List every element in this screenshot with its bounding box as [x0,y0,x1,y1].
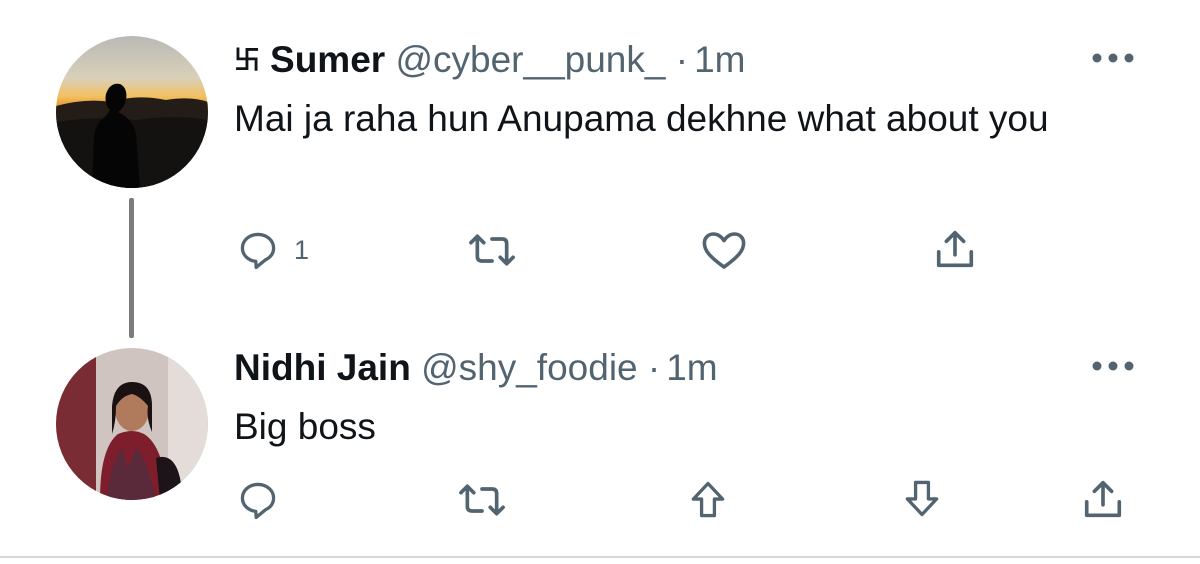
timestamp[interactable]: 1m [666,347,717,388]
share-icon [936,230,974,268]
more-options-button[interactable] [1088,356,1138,376]
display-name[interactable]: Nidhi Jain [234,347,411,388]
user-handle[interactable]: @shy_foodie [421,347,638,388]
thread-line [129,198,134,338]
reply-button[interactable] [236,478,280,522]
meta-separator: · [675,39,689,80]
tweet-sumer[interactable]: 卐 Sumer @cyber__punk_ · 1m Mai ja raha hun… [0,0,1200,340]
tweet-text: Big boss [234,406,376,447]
reply-count: 1 [294,234,310,265]
share-button[interactable] [932,226,978,272]
downvote-button[interactable] [900,476,944,520]
tweet-nidhi[interactable]: Nidhi Jain @shy_foodie · 1m Big boss [0,340,1200,556]
tweet-text: Mai ja raha hun Anupama dekhne what abou… [234,98,1049,139]
divider [0,556,1200,558]
upvote-button[interactable] [686,478,730,522]
avatar-sumer[interactable] [56,36,208,188]
retweet-icon [469,234,515,266]
more-icon [1092,361,1134,371]
reply-icon [240,232,276,270]
avatar-portrait-image [56,348,208,500]
user-handle[interactable]: @cyber__punk_ [395,39,665,80]
avatar-sunset-image [56,36,208,188]
reply-button[interactable]: 1 [236,228,309,272]
share-icon [1084,480,1122,518]
retweet-icon [459,484,505,516]
tweet-header: 卐 Sumer @cyber__punk_ · 1m [234,38,745,82]
tweet-header: Nidhi Jain @shy_foodie · 1m [234,346,718,390]
downvote-icon [905,480,939,517]
like-button[interactable] [700,228,748,272]
meta-separator: · [647,347,661,388]
display-name[interactable]: Sumer [270,39,385,80]
retweet-button[interactable] [466,228,518,272]
more-icon [1092,53,1134,63]
retweet-button[interactable] [456,478,508,522]
share-button[interactable] [1080,476,1126,522]
reply-icon [240,482,276,520]
name-symbol: 卐 [234,45,261,75]
avatar-nidhi[interactable] [56,348,208,500]
timestamp[interactable]: 1m [694,39,745,80]
like-icon [702,232,746,269]
upvote-icon [691,481,725,518]
more-options-button[interactable] [1088,48,1138,68]
